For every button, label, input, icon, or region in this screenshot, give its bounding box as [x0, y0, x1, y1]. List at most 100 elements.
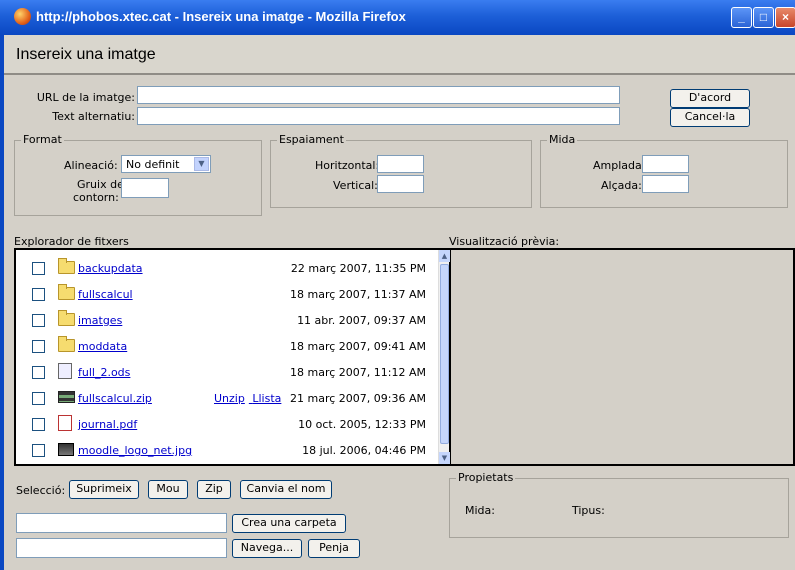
- url-input[interactable]: [137, 86, 620, 104]
- close-button[interactable]: ×: [775, 7, 795, 28]
- height-input[interactable]: [642, 175, 689, 193]
- minimize-button[interactable]: _: [731, 7, 752, 28]
- file-row[interactable]: fullscalcul 18 març 2007, 11:37 AM: [16, 282, 442, 308]
- preview-pane: [451, 248, 795, 466]
- browse-button[interactable]: Navega...: [232, 539, 302, 558]
- file-explorer[interactable]: backupdata 22 març 2007, 11:35 PM fullsc…: [14, 248, 451, 466]
- scroll-down-icon[interactable]: ▼: [439, 452, 450, 464]
- file-link[interactable]: moddata: [78, 340, 127, 353]
- file-link[interactable]: imatges: [78, 314, 122, 327]
- file-link[interactable]: fullscalcul: [78, 288, 133, 301]
- spacing-legend: Espaiament: [277, 133, 346, 146]
- file-row[interactable]: moddata 18 març 2007, 09:41 AM: [16, 334, 442, 360]
- dialog-header: Insereix una imatge: [4, 35, 795, 75]
- file-date: 22 març 2007, 11:35 PM: [290, 262, 426, 275]
- file-date: 11 abr. 2007, 09:37 AM: [297, 314, 426, 327]
- delete-button[interactable]: Suprimeix: [69, 480, 139, 499]
- width-input[interactable]: [642, 155, 689, 173]
- border-input[interactable]: [121, 178, 169, 198]
- folder-icon: [58, 258, 75, 274]
- url-label: URL de la imatge:: [36, 91, 135, 104]
- property-size-label: Mida:: [465, 504, 495, 517]
- border-label-2: contorn:: [73, 191, 119, 204]
- file-checkbox[interactable]: [32, 418, 45, 431]
- spacing-group: Espaiament: [270, 133, 532, 208]
- file-date: 10 oct. 2005, 12:33 PM: [298, 418, 426, 431]
- width-label: Amplada:: [593, 159, 646, 172]
- file-checkbox[interactable]: [32, 262, 45, 275]
- move-button[interactable]: Mou: [148, 480, 188, 499]
- file-row[interactable]: fullscalcul.zip Unzip Llista 21 març 200…: [16, 386, 442, 412]
- file-link[interactable]: full_2.ods: [78, 366, 130, 379]
- size-legend: Mida: [547, 133, 578, 146]
- pdf-file-icon: [58, 415, 72, 431]
- vertical-label: Vertical:: [333, 179, 378, 192]
- window-title: http://phobos.xtec.cat - Insereix una im…: [36, 9, 406, 24]
- create-folder-button[interactable]: Crea una carpeta: [232, 514, 346, 533]
- alt-text-input[interactable]: [137, 107, 620, 125]
- file-date: 18 jul. 2006, 04:46 PM: [302, 444, 426, 457]
- size-group: Mida: [540, 133, 788, 208]
- chevron-down-icon: ▼: [194, 157, 209, 171]
- file-link[interactable]: backupdata: [78, 262, 143, 275]
- file-row[interactable]: journal.pdf 10 oct. 2005, 12:33 PM: [16, 412, 442, 438]
- height-label: Alçada:: [601, 179, 642, 192]
- border-label-1: Gruix del: [77, 178, 127, 191]
- file-actions: Unzip Llista: [214, 392, 285, 405]
- zip-button[interactable]: Zip: [197, 480, 231, 499]
- file-checkbox[interactable]: [32, 288, 45, 301]
- alt-text-label: Text alternatiu:: [52, 110, 135, 123]
- file-link[interactable]: journal.pdf: [78, 418, 137, 431]
- rename-button[interactable]: Canvia el nom: [240, 480, 332, 499]
- file-checkbox[interactable]: [32, 444, 45, 457]
- close-icon: ×: [781, 10, 789, 24]
- unzip-link[interactable]: Unzip: [214, 392, 245, 405]
- file-row[interactable]: imatges 11 abr. 2007, 09:37 AM: [16, 308, 442, 334]
- file-checkbox[interactable]: [32, 314, 45, 327]
- minimize-icon: _: [738, 10, 745, 24]
- window-frame-left: [0, 35, 4, 570]
- properties-group: Propietats: [449, 471, 789, 538]
- list-link[interactable]: Llista: [252, 392, 281, 405]
- preview-label: Visualització prèvia:: [449, 235, 560, 248]
- horizontal-label: Horitzontal:: [315, 159, 380, 172]
- alignment-select[interactable]: No definit ▼: [121, 155, 211, 173]
- alignment-value: No definit: [126, 158, 180, 171]
- upload-button[interactable]: Penja: [308, 539, 360, 558]
- image-file-icon: [58, 443, 74, 456]
- property-type-label: Tipus:: [572, 504, 605, 517]
- maximize-icon: □: [759, 10, 768, 24]
- file-date: 18 març 2007, 11:37 AM: [290, 288, 426, 301]
- horizontal-input[interactable]: [377, 155, 424, 173]
- ok-button[interactable]: D'acord: [670, 89, 750, 108]
- properties-legend: Propietats: [456, 471, 516, 484]
- folder-icon: [58, 284, 75, 300]
- file-date: 18 març 2007, 11:12 AM: [290, 366, 426, 379]
- folder-name-input[interactable]: [16, 513, 227, 533]
- folder-icon: [58, 310, 75, 326]
- explorer-scrollbar[interactable]: ▲ ▼: [438, 250, 450, 464]
- scrollbar-thumb[interactable]: [440, 264, 449, 444]
- upload-file-input[interactable]: [16, 538, 227, 558]
- dialog-title: Insereix una imatge: [16, 46, 156, 63]
- file-row[interactable]: full_2.ods 18 març 2007, 11:12 AM: [16, 360, 442, 386]
- file-checkbox[interactable]: [32, 340, 45, 353]
- file-explorer-label: Explorador de fitxers: [14, 235, 129, 248]
- file-link[interactable]: fullscalcul.zip: [78, 392, 152, 405]
- scroll-up-icon[interactable]: ▲: [439, 250, 450, 262]
- file-checkbox[interactable]: [32, 392, 45, 405]
- file-row[interactable]: moodle_logo_net.jpg 18 jul. 2006, 04:46 …: [16, 438, 442, 464]
- folder-icon: [58, 336, 75, 352]
- spreadsheet-file-icon: [58, 363, 72, 379]
- cancel-button[interactable]: Cancel·la: [670, 108, 750, 127]
- vertical-input[interactable]: [377, 175, 424, 193]
- file-row[interactable]: backupdata 22 març 2007, 11:35 PM: [16, 256, 442, 282]
- zip-file-icon: [58, 391, 75, 403]
- firefox-icon: [14, 8, 31, 25]
- file-date: 18 març 2007, 09:41 AM: [290, 340, 426, 353]
- file-link[interactable]: moodle_logo_net.jpg: [78, 444, 192, 457]
- selection-label: Selecció:: [16, 484, 66, 497]
- maximize-button[interactable]: □: [753, 7, 774, 28]
- file-checkbox[interactable]: [32, 366, 45, 379]
- format-legend: Format: [21, 133, 64, 146]
